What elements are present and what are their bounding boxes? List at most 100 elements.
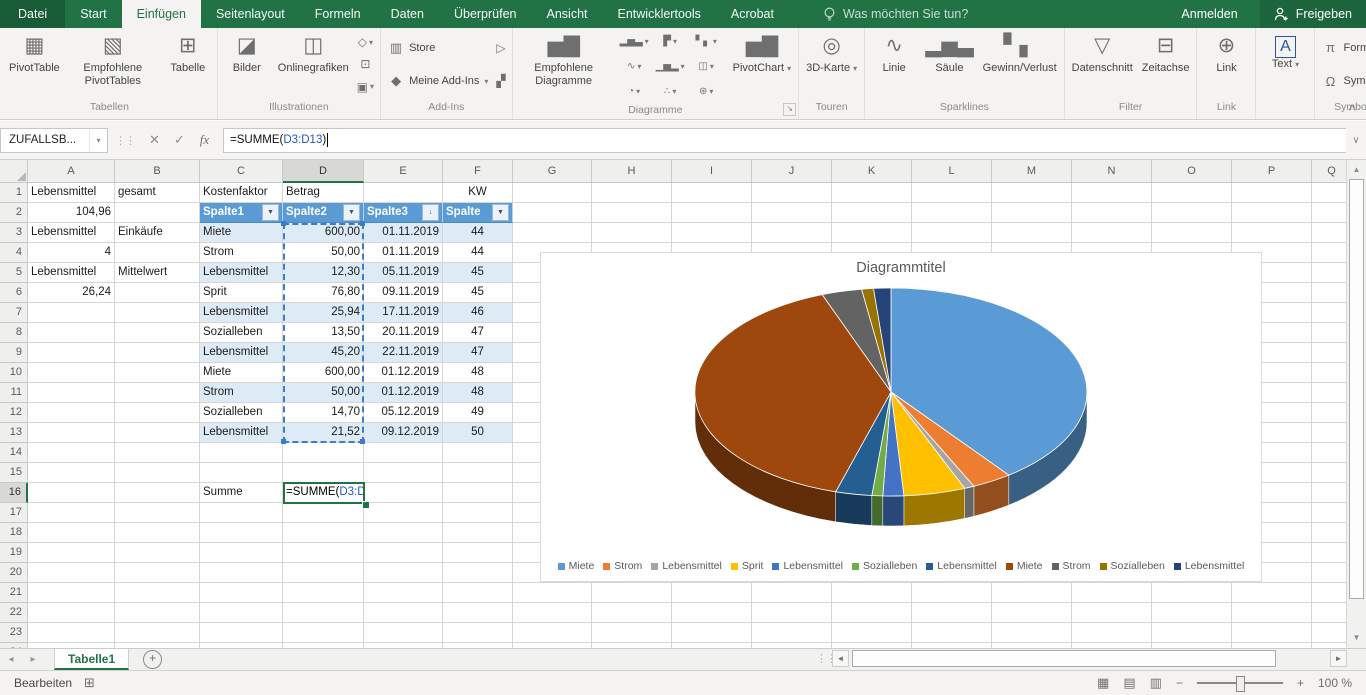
cell-C20[interactable] xyxy=(200,563,283,583)
cell-K1[interactable] xyxy=(832,183,912,203)
column-header-O[interactable]: O xyxy=(1152,160,1232,183)
cell-H1[interactable] xyxy=(592,183,672,203)
cell-M23[interactable] xyxy=(992,623,1072,643)
pie-chart-object[interactable]: Diagrammtitel MieteStromLebensmittelSpri… xyxy=(540,252,1262,582)
row-header-10[interactable]: 10 xyxy=(0,363,28,383)
column-header-H[interactable]: H xyxy=(592,160,672,183)
insert-statistic-chart-button[interactable]: ▁▅▂▾ xyxy=(653,54,688,78)
cell-C4[interactable]: Strom xyxy=(200,243,283,263)
symbol-button[interactable]: ΩSymbol xyxy=(1318,70,1366,93)
cell-H22[interactable] xyxy=(592,603,672,623)
cell-E22[interactable] xyxy=(364,603,443,623)
legend-item[interactable]: Sozialleben xyxy=(1100,560,1165,572)
cell-D22[interactable] xyxy=(283,603,364,623)
cell-D8[interactable]: 13,50 xyxy=(283,323,364,343)
cell-O21[interactable] xyxy=(1152,583,1232,603)
scroll-right-icon[interactable]: ► xyxy=(1330,650,1347,667)
row-header-20[interactable]: 20 xyxy=(0,563,28,583)
cell-B11[interactable] xyxy=(115,383,200,403)
cell-B4[interactable] xyxy=(115,243,200,263)
cell-F1[interactable]: KW xyxy=(443,183,513,203)
cell-D1[interactable]: Betrag xyxy=(283,183,364,203)
cell-L2[interactable] xyxy=(912,203,992,223)
tabelle-button[interactable]: ⊞Tabelle xyxy=(162,29,214,100)
cell-Q19[interactable] xyxy=(1312,543,1346,563)
cell-A2[interactable]: 104,96 xyxy=(28,203,115,223)
cell-B15[interactable] xyxy=(115,463,200,483)
cell-C15[interactable] xyxy=(200,463,283,483)
cell-N23[interactable] xyxy=(1072,623,1152,643)
cell-C10[interactable]: Miete xyxy=(200,363,283,383)
insert-hierarchy-chart-button[interactable]: ▛▾ xyxy=(653,29,688,53)
cell-E2[interactable]: Spalte3↓ xyxy=(364,203,443,223)
cell-J2[interactable] xyxy=(752,203,832,223)
row-header-21[interactable]: 21 xyxy=(0,583,28,603)
cell-Q6[interactable] xyxy=(1312,283,1346,303)
range-handle[interactable] xyxy=(281,221,286,226)
row-header-4[interactable]: 4 xyxy=(0,243,28,263)
cell-E9[interactable]: 22.11.2019 xyxy=(364,343,443,363)
cell-E10[interactable]: 01.12.2019 xyxy=(364,363,443,383)
cell-F23[interactable] xyxy=(443,623,513,643)
cell-C2[interactable]: Spalte1▼ xyxy=(200,203,283,223)
cell-F14[interactable] xyxy=(443,443,513,463)
tab-seitenlayout[interactable]: Seitenlayout xyxy=(201,0,300,28)
cell-B1[interactable]: gesamt xyxy=(115,183,200,203)
tab-ansicht[interactable]: Ansicht xyxy=(532,0,603,28)
cell-C16[interactable]: Summe xyxy=(200,483,283,503)
cell-D4[interactable]: 50,00 xyxy=(283,243,364,263)
cell-C12[interactable]: Sozialleben xyxy=(200,403,283,423)
cell-L22[interactable] xyxy=(912,603,992,623)
tab-datei[interactable]: Datei xyxy=(0,0,65,28)
column-header-J[interactable]: J xyxy=(752,160,832,183)
share-button[interactable]: Freigeben xyxy=(1260,0,1366,28)
row-header-13[interactable]: 13 xyxy=(0,423,28,443)
bing-maps-button[interactable]: ▷ xyxy=(493,38,508,57)
cell-D7[interactable]: 25,94 xyxy=(283,303,364,323)
legend-item[interactable]: Lebensmittel xyxy=(651,560,722,572)
cell-O23[interactable] xyxy=(1152,623,1232,643)
cell-Q9[interactable] xyxy=(1312,343,1346,363)
cell-Q11[interactable] xyxy=(1312,383,1346,403)
screenshot-button[interactable]: ▣▾ xyxy=(354,77,377,96)
cell-D2[interactable]: Spalte2▼ xyxy=(283,203,364,223)
cell-F16[interactable] xyxy=(443,483,513,503)
empfohlene-diagramme-button[interactable]: ▅▇Empfohlene Diagramme xyxy=(516,29,612,103)
tab-start[interactable]: Start xyxy=(65,0,121,28)
tab-überprüfen[interactable]: Überprüfen xyxy=(439,0,532,28)
cell-O22[interactable] xyxy=(1152,603,1232,623)
cell-A15[interactable] xyxy=(28,463,115,483)
cell-D15[interactable] xyxy=(283,463,364,483)
cell-A16[interactable] xyxy=(28,483,115,503)
cell-O3[interactable] xyxy=(1152,223,1232,243)
cell-F11[interactable]: 48 xyxy=(443,383,513,403)
insert-column-chart-button[interactable]: ▂▅▃▾ xyxy=(617,29,652,53)
cell-F7[interactable]: 46 xyxy=(443,303,513,323)
cell-D13[interactable]: 21,52 xyxy=(283,423,364,443)
sparkline-gewinn-verlust-button[interactable]: ▘▖Gewinn/Verlust xyxy=(979,29,1061,100)
cell-E7[interactable]: 17.11.2019 xyxy=(364,303,443,323)
tab-acrobat[interactable]: Acrobat xyxy=(716,0,789,28)
cell-D20[interactable] xyxy=(283,563,364,583)
cell-C1[interactable]: Kostenfaktor xyxy=(200,183,283,203)
cell-Q4[interactable] xyxy=(1312,243,1346,263)
cell-L21[interactable] xyxy=(912,583,992,603)
cell-O1[interactable] xyxy=(1152,183,1232,203)
cell-A3[interactable]: Lebensmittel xyxy=(28,223,115,243)
legend-item[interactable]: Lebensmittel xyxy=(926,560,997,572)
column-header-C[interactable]: C xyxy=(200,160,283,183)
row-header-19[interactable]: 19 xyxy=(0,543,28,563)
cell-B23[interactable] xyxy=(115,623,200,643)
cell-Q20[interactable] xyxy=(1312,563,1346,583)
cell-A20[interactable] xyxy=(28,563,115,583)
cell-B3[interactable]: Einkäufe xyxy=(115,223,200,243)
column-header-E[interactable]: E xyxy=(364,160,443,183)
add-sheet-icon[interactable]: + xyxy=(143,650,162,669)
cell-G21[interactable] xyxy=(513,583,592,603)
legend-item[interactable]: Miete xyxy=(558,560,595,572)
cell-P22[interactable] xyxy=(1232,603,1312,623)
cell-G3[interactable] xyxy=(513,223,592,243)
cell-Q8[interactable] xyxy=(1312,323,1346,343)
row-header-8[interactable]: 8 xyxy=(0,323,28,343)
cell-F9[interactable]: 47 xyxy=(443,343,513,363)
